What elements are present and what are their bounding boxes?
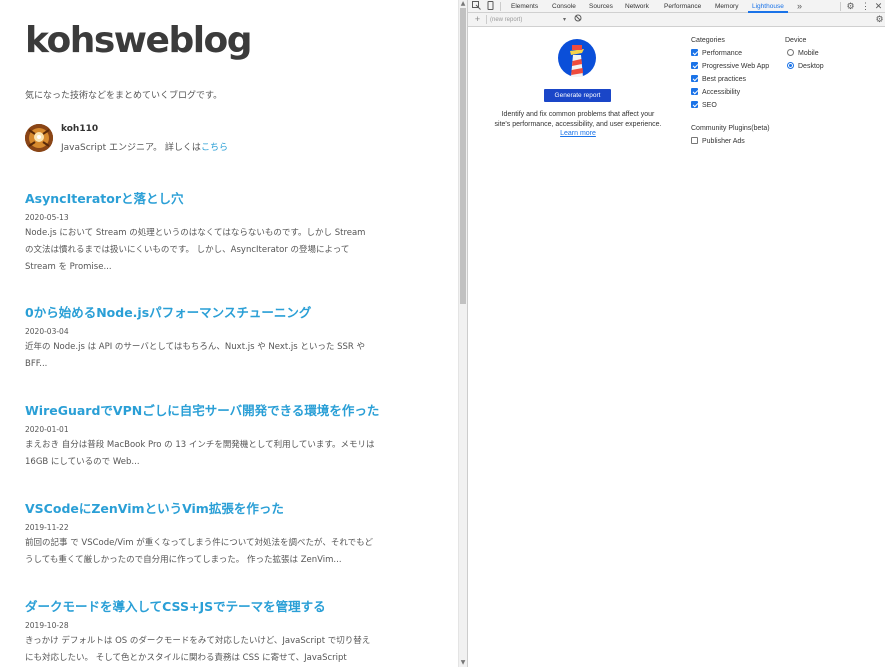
chevron-double-right-icon[interactable]: » xyxy=(794,1,805,12)
checkbox-unchecked[interactable] xyxy=(691,137,698,144)
chevron-down-icon: ▾ xyxy=(562,17,566,23)
plugin-publisher-ads[interactable]: Publisher Ads xyxy=(691,137,745,147)
category-best-practices[interactable]: Best practices xyxy=(691,75,746,85)
post-item: 0から始めるNode.jsパフォーマンスチューニング 2020-03-04 近年… xyxy=(25,305,375,373)
report-select-value: (new report) xyxy=(490,17,523,23)
author-name: koh110 xyxy=(61,124,99,134)
device-toolbar-icon[interactable] xyxy=(485,1,496,12)
lighthouse-toolbar: + (new report) ▾ ⚙ xyxy=(468,13,885,27)
post-excerpt: きっかけ デフォルトは OS のダークモードをみて対応したいけど、JavaScr… xyxy=(25,636,371,663)
post-item: AsyncIteratorと落とし穴 2020-05-13 Node.js にお… xyxy=(25,191,375,276)
lighthouse-logo-icon xyxy=(558,39,596,77)
post-excerpt: 近年の Node.js は API のサーバとしてはもちろん、Nuxt.js や… xyxy=(25,342,366,369)
device-label: Mobile xyxy=(798,50,819,57)
post-excerpt: 前回の記事 で VSCode/Vim が重くなってしまう件について対処法を調べた… xyxy=(25,538,373,565)
radio-unselected[interactable] xyxy=(787,49,794,56)
category-seo[interactable]: SEO xyxy=(691,101,717,111)
inspect-element-icon[interactable] xyxy=(471,1,482,12)
post-item: WireGuardでVPNごしに自宅サーバ開発できる環境を作った 2020-01… xyxy=(25,403,379,471)
post-title-link[interactable]: ダークモードを導入してCSS+JSでテーマを管理する xyxy=(25,599,375,615)
close-icon[interactable]: ✕ xyxy=(873,1,884,12)
author-bio-text: JavaScript エンジニア。 詳しくは xyxy=(61,143,201,153)
plus-icon[interactable]: + xyxy=(472,14,483,25)
scroll-thumb[interactable] xyxy=(460,8,466,304)
report-select[interactable]: (new report) ▾ xyxy=(490,15,566,25)
tab-sources[interactable]: Sources xyxy=(589,0,613,13)
author-bio: JavaScript エンジニア。 詳しくはこちら xyxy=(61,140,228,153)
category-label: Accessibility xyxy=(702,89,741,96)
checkbox-checked[interactable] xyxy=(691,62,698,69)
tab-elements[interactable]: Elements xyxy=(511,0,538,13)
categories-heading: Categories xyxy=(691,37,725,44)
gear-icon[interactable]: ⚙ xyxy=(874,14,885,25)
gear-icon[interactable]: ⚙ xyxy=(845,1,856,12)
scroll-up-arrow-icon[interactable]: ▲ xyxy=(460,1,466,7)
tabbar-divider xyxy=(840,2,841,11)
post-date: 2019-10-28 xyxy=(25,621,69,630)
devtools-panel: Elements Console Sources Network Perform… xyxy=(467,0,885,667)
tab-console[interactable]: Console xyxy=(552,0,576,13)
radio-selected[interactable] xyxy=(787,62,794,69)
post-title-link[interactable]: WireGuardでVPNごしに自宅サーバ開発できる環境を作った xyxy=(25,403,379,419)
generate-report-button[interactable]: Generate report xyxy=(544,89,611,102)
learn-more-link[interactable]: Learn more xyxy=(560,130,596,137)
checkbox-checked[interactable] xyxy=(691,49,698,56)
post-date: 2020-03-04 xyxy=(25,327,69,336)
category-performance[interactable]: Performance xyxy=(691,49,742,59)
toolbar-divider xyxy=(486,15,487,24)
post-date: 2020-01-01 xyxy=(25,425,69,434)
tab-lighthouse[interactable]: Lighthouse xyxy=(748,0,788,13)
plugin-label: Publisher Ads xyxy=(702,138,745,145)
blog-description: 気になった技術などをまとめていくブログです。 xyxy=(25,91,223,101)
tab-performance[interactable]: Performance xyxy=(664,0,701,13)
device-desktop[interactable]: Desktop xyxy=(787,62,824,72)
tab-memory[interactable]: Memory xyxy=(715,0,738,13)
device-heading: Device xyxy=(785,37,807,44)
kebab-menu-icon[interactable]: ⋮ xyxy=(860,1,871,12)
lighthouse-description-text: Identify and fix common problems that af… xyxy=(494,111,662,128)
category-label: Performance xyxy=(702,50,743,57)
page-scrollbar[interactable]: ▲ ▼ xyxy=(458,0,467,667)
plugins-heading: Community Plugins(beta) xyxy=(691,125,770,132)
category-label: Progressive Web App xyxy=(702,63,770,70)
category-label: SEO xyxy=(702,102,717,109)
post-item: VSCodeにZenVimというVim拡張を作った 2019-11-22 前回の… xyxy=(25,501,375,569)
category-accessibility[interactable]: Accessibility xyxy=(691,88,740,98)
post-title-link[interactable]: AsyncIteratorと落とし穴 xyxy=(25,191,375,207)
checkbox-checked[interactable] xyxy=(691,75,698,82)
lighthouse-description: Identify and fix common problems that af… xyxy=(494,110,662,139)
checkbox-checked[interactable] xyxy=(691,101,698,108)
tabbar-divider xyxy=(500,2,501,11)
scroll-down-arrow-icon[interactable]: ▼ xyxy=(460,660,466,666)
checkbox-checked[interactable] xyxy=(691,88,698,95)
author-avatar xyxy=(25,124,53,152)
post-date: 2019-11-22 xyxy=(25,523,69,532)
category-label: Best practices xyxy=(702,76,746,83)
device-mobile[interactable]: Mobile xyxy=(787,49,819,59)
blog-title[interactable]: kohsweblog xyxy=(25,20,253,61)
category-pwa[interactable]: Progressive Web App xyxy=(691,62,769,72)
post-title-link[interactable]: 0から始めるNode.jsパフォーマンスチューニング xyxy=(25,305,375,321)
devtools-tabbar: Elements Console Sources Network Perform… xyxy=(468,0,885,13)
blog-page: kohsweblog 気になった技術などをまとめていくブログです。 koh110… xyxy=(0,0,458,667)
block-icon[interactable] xyxy=(572,14,583,25)
tab-network[interactable]: Network xyxy=(625,0,649,13)
post-excerpt: まえおき 自分は普段 MacBook Pro の 13 インチを開発機として利用… xyxy=(25,440,375,467)
post-excerpt: Node.js において Stream の処理というのはなくてはならないものです… xyxy=(25,228,366,272)
post-title-link[interactable]: VSCodeにZenVimというVim拡張を作った xyxy=(25,501,375,517)
device-label: Desktop xyxy=(798,63,824,70)
post-date: 2020-05-13 xyxy=(25,213,69,222)
post-item: ダークモードを導入してCSS+JSでテーマを管理する 2019-10-28 きっ… xyxy=(25,599,375,667)
author-profile-link[interactable]: こちら xyxy=(201,143,228,153)
